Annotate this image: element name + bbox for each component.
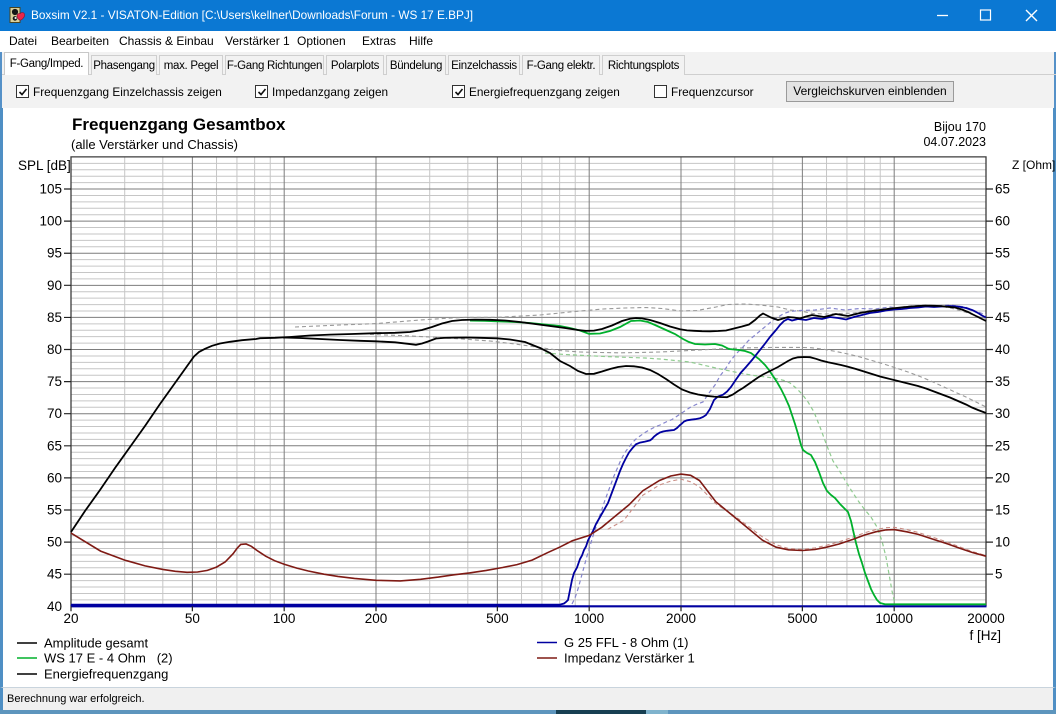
svg-text:40: 40 [995, 342, 1010, 357]
svg-text:2000: 2000 [666, 611, 696, 626]
svg-text:20: 20 [63, 611, 78, 626]
svg-text:WS 17 E - 4 Ohm (2): WS 17 E - 4 Ohm (2) [44, 651, 173, 666]
svg-text:65: 65 [47, 438, 62, 453]
svg-text:50: 50 [995, 278, 1010, 293]
svg-text:04.07.2023: 04.07.2023 [923, 135, 986, 149]
svg-text:70: 70 [47, 406, 62, 421]
svg-text:200: 200 [365, 611, 388, 626]
svg-text:10000: 10000 [875, 611, 913, 626]
svg-text:75: 75 [47, 374, 62, 389]
svg-text:(alle Verstärker und Chassis): (alle Verstärker und Chassis) [71, 137, 238, 152]
svg-text:60: 60 [47, 470, 62, 485]
svg-text:85: 85 [47, 310, 62, 325]
svg-text:Bijou 170: Bijou 170 [934, 120, 986, 134]
svg-text:105: 105 [39, 182, 62, 197]
svg-text:1000: 1000 [574, 611, 604, 626]
svg-text:100: 100 [273, 611, 296, 626]
svg-text:65: 65 [995, 182, 1010, 197]
svg-text:Z [Ohm]: Z [Ohm] [1012, 158, 1055, 172]
svg-text:45: 45 [47, 567, 62, 582]
svg-text:10: 10 [995, 535, 1010, 550]
svg-text:80: 80 [47, 342, 62, 357]
svg-text:5: 5 [995, 567, 1003, 582]
svg-text:f [Hz]: f [Hz] [969, 628, 1001, 643]
svg-text:30: 30 [995, 406, 1010, 421]
svg-text:55: 55 [995, 246, 1010, 261]
svg-text:35: 35 [995, 374, 1010, 389]
svg-text:100: 100 [39, 214, 62, 229]
svg-text:Frequenzgang Gesamtbox: Frequenzgang Gesamtbox [72, 115, 286, 134]
svg-text:Amplitude gesamt: Amplitude gesamt [44, 636, 148, 651]
svg-text:60: 60 [995, 214, 1010, 229]
svg-text:55: 55 [47, 503, 62, 518]
svg-text:Energiefrequenzgang: Energiefrequenzgang [44, 667, 168, 682]
svg-text:25: 25 [995, 438, 1010, 453]
svg-text:50: 50 [185, 611, 200, 626]
svg-text:5000: 5000 [787, 611, 817, 626]
svg-text:40: 40 [47, 599, 62, 614]
svg-text:45: 45 [995, 310, 1010, 325]
svg-text:500: 500 [486, 611, 509, 626]
svg-text:95: 95 [47, 246, 62, 261]
svg-text:15: 15 [995, 503, 1010, 518]
svg-text:SPL [dB]: SPL [dB] [18, 158, 71, 173]
svg-text:G 25 FFL - 8 Ohm (1): G 25 FFL - 8 Ohm (1) [564, 635, 689, 650]
svg-text:20000: 20000 [967, 611, 1005, 626]
svg-text:Impedanz Verstärker 1: Impedanz Verstärker 1 [564, 651, 695, 666]
svg-text:20: 20 [995, 470, 1010, 485]
svg-text:90: 90 [47, 278, 62, 293]
svg-text:50: 50 [47, 535, 62, 550]
